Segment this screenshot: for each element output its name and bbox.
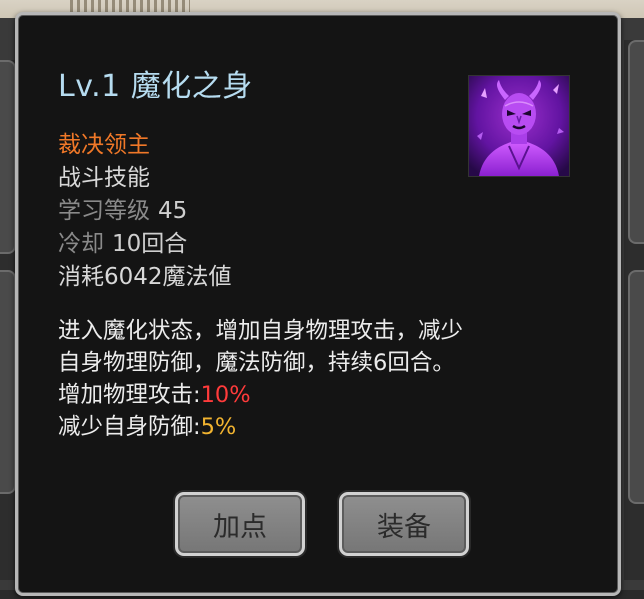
skill-name: 魔化之身 (130, 69, 253, 104)
cooldown-value: 10回合 (112, 231, 188, 257)
background-right-card (628, 40, 644, 244)
demon-skill-icon (468, 75, 570, 177)
background-left-card (0, 60, 16, 254)
skill-type: 战斗技能 (58, 165, 150, 191)
skill-title: Lv.1 魔化之身 (58, 61, 253, 105)
background-left-card (0, 270, 16, 494)
description-line: 进入魔化状态，增加自身物理攻击，减少 (58, 318, 464, 344)
description-line: 自身物理防御，魔法防御，持续6回合。 (58, 350, 455, 376)
demon-skill-icon-graphic (469, 76, 569, 176)
skill-info: 裁决领主 战斗技能 学习等级 45 冷却 10回合 消耗6042魔法値 (58, 129, 232, 294)
learn-level-row: 学习等级 45 (58, 195, 232, 228)
background-left-panel (0, 60, 16, 580)
defense-reduction-row: 减少自身防御:5% (58, 411, 578, 443)
skill-level: Lv.1 (58, 69, 121, 104)
skill-detail-dialog: Lv.1 魔化之身 裁决领主 战斗技能 学习等级 45 冷却 10回合 消耗60… (15, 12, 621, 596)
add-point-button[interactable]: 加点 (175, 492, 305, 556)
skill-faction: 裁决领主 (58, 132, 150, 158)
learn-level-value: 45 (158, 198, 188, 224)
attack-bonus-row: 增加物理攻击:10% (58, 379, 578, 411)
equip-button[interactable]: 装备 (339, 492, 469, 556)
learn-level-label: 学习等级 (58, 198, 150, 224)
attack-bonus-label: 增加物理攻击: (58, 382, 201, 408)
defense-reduction-label: 减少自身防御: (58, 414, 201, 440)
attack-bonus-value: 10% (200, 382, 251, 408)
background-right-panel (624, 40, 644, 580)
cooldown-label: 冷却 (58, 231, 104, 257)
skill-cost: 消耗6042魔法値 (58, 264, 232, 290)
skill-description: 进入魔化状态，增加自身物理攻击，减少 自身物理防御，魔法防御，持续6回合。 增加… (58, 315, 578, 443)
defense-reduction-value: 5% (200, 414, 237, 440)
cooldown-row: 冷却 10回合 (58, 228, 232, 261)
background-right-card (628, 270, 644, 504)
